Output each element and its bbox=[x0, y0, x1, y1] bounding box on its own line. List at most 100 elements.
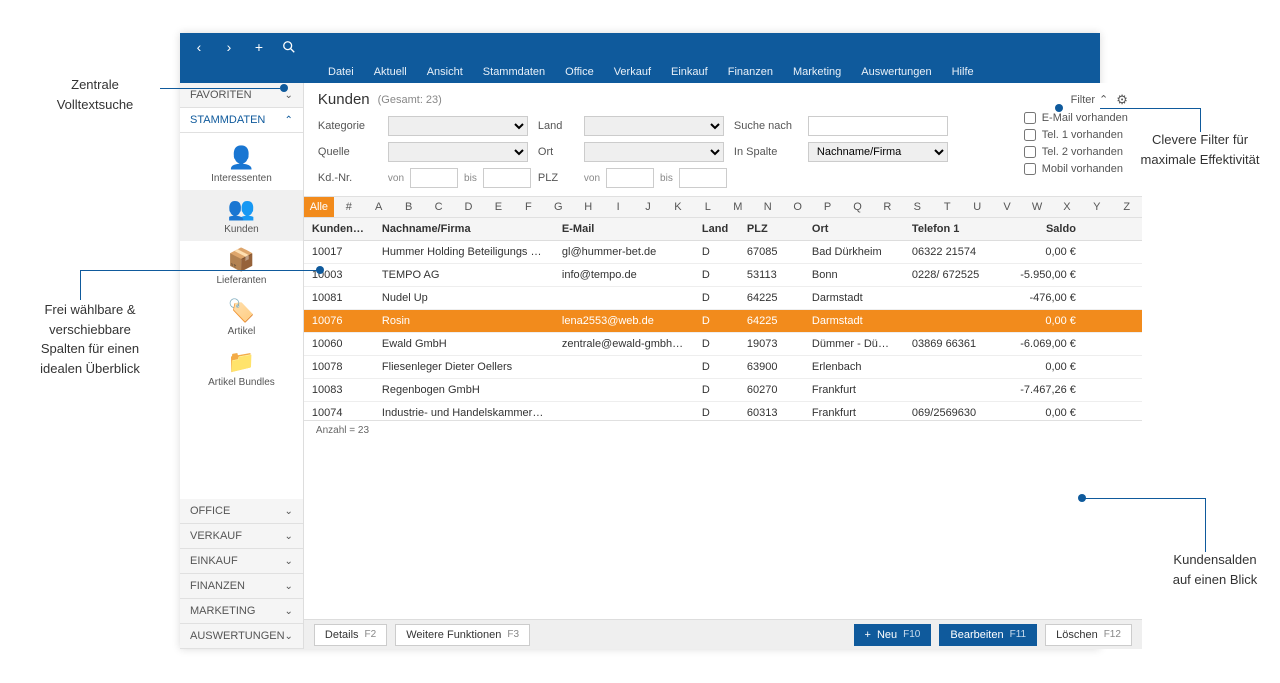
table-row[interactable]: 10078Fliesenleger Dieter OellersD63900Er… bbox=[304, 356, 1142, 379]
menu-datei[interactable]: Datei bbox=[328, 66, 354, 78]
table-row[interactable]: 10074Industrie- und Handelskammer Frankf… bbox=[304, 402, 1142, 420]
gear-icon[interactable]: ⚙ bbox=[1116, 92, 1128, 108]
column-header[interactable]: E-Mail bbox=[554, 218, 694, 240]
menu-auswertungen[interactable]: Auswertungen bbox=[861, 66, 931, 78]
sidebar-section-marketing[interactable]: MARKETING⌄ bbox=[180, 599, 303, 624]
edit-button[interactable]: BearbeitenF11 bbox=[939, 624, 1037, 646]
menu-stammdaten[interactable]: Stammdaten bbox=[483, 66, 545, 78]
alpha-k[interactable]: K bbox=[663, 197, 693, 217]
check-tel-2-vorhanden[interactable]: Tel. 2 vorhanden bbox=[1024, 146, 1128, 158]
alpha-x[interactable]: X bbox=[1052, 197, 1082, 217]
table-row[interactable]: 10003TEMPO AGinfo@tempo.deD53113Bonn0228… bbox=[304, 264, 1142, 287]
alpha-q[interactable]: Q bbox=[843, 197, 873, 217]
kategorie-select[interactable] bbox=[388, 116, 528, 136]
kdnr-von-input[interactable] bbox=[410, 168, 458, 188]
inspalte-select[interactable]: Nachname/Firma bbox=[808, 142, 948, 162]
sidebar-section-favoriten[interactable]: FAVORITEN ⌄ bbox=[180, 83, 303, 108]
alpha-b[interactable]: B bbox=[394, 197, 424, 217]
land-select[interactable] bbox=[584, 116, 724, 136]
add-button[interactable]: + bbox=[248, 36, 270, 58]
alpha-v[interactable]: V bbox=[992, 197, 1022, 217]
search-button[interactable] bbox=[278, 36, 300, 58]
sidebar-section-einkauf[interactable]: EINKAUF⌄ bbox=[180, 549, 303, 574]
people-icon: 👥 bbox=[225, 196, 257, 222]
sidebar-item-kunden[interactable]: 👥Kunden bbox=[180, 190, 303, 241]
plz-von-input[interactable] bbox=[606, 168, 654, 188]
alpha-r[interactable]: R bbox=[872, 197, 902, 217]
menu-hilfe[interactable]: Hilfe bbox=[952, 66, 974, 78]
back-button[interactable]: ‹ bbox=[188, 36, 210, 58]
sidebar-section-finanzen[interactable]: FINANZEN⌄ bbox=[180, 574, 303, 599]
alpha-p[interactable]: P bbox=[813, 197, 843, 217]
menu-finanzen[interactable]: Finanzen bbox=[728, 66, 773, 78]
table-row[interactable]: 10060Ewald GmbHzentrale@ewald-gmbh.deD19… bbox=[304, 333, 1142, 356]
alpha-i[interactable]: I bbox=[603, 197, 633, 217]
sidebar-item-lieferanten[interactable]: 📦Lieferanten bbox=[180, 241, 303, 292]
alpha-c[interactable]: C bbox=[424, 197, 454, 217]
check-e-mail-vorhanden[interactable]: E-Mail vorhanden bbox=[1024, 112, 1128, 124]
menu-marketing[interactable]: Marketing bbox=[793, 66, 841, 78]
menu-aktuell[interactable]: Aktuell bbox=[374, 66, 407, 78]
sidebar-item-artikel[interactable]: 🏷️Artikel bbox=[180, 292, 303, 343]
table-row[interactable]: 10076Rosinlena2553@web.deD64225Darmstadt… bbox=[304, 310, 1142, 333]
column-header[interactable]: Kunden-Nr. bbox=[304, 218, 374, 240]
delete-button[interactable]: LöschenF12 bbox=[1045, 624, 1132, 646]
sidebar-section-stammdaten[interactable]: STAMMDATEN ⌃ bbox=[180, 108, 303, 133]
sidebar-item-interessenten[interactable]: 👤Interessenten bbox=[180, 139, 303, 190]
page-title: Kunden bbox=[318, 91, 370, 108]
column-header[interactable]: Ort bbox=[804, 218, 904, 240]
alpha-y[interactable]: Y bbox=[1082, 197, 1112, 217]
app-window: ‹ › + Datei Aktuell Ansicht Stammdaten Offic… bbox=[180, 33, 1100, 649]
alpha-j[interactable]: J bbox=[633, 197, 663, 217]
menu-ansicht[interactable]: Ansicht bbox=[427, 66, 463, 78]
sidebar-section-office[interactable]: OFFICE⌄ bbox=[180, 499, 303, 524]
search-input[interactable] bbox=[808, 116, 948, 136]
details-button[interactable]: DetailsF2 bbox=[314, 624, 387, 646]
alpha-t[interactable]: T bbox=[932, 197, 962, 217]
alpha-z[interactable]: Z bbox=[1112, 197, 1142, 217]
menu-office[interactable]: Office bbox=[565, 66, 594, 78]
plz-bis-input[interactable] bbox=[679, 168, 727, 188]
alpha-e[interactable]: E bbox=[483, 197, 513, 217]
filter-toggle[interactable]: Filter ⌃ bbox=[1071, 93, 1109, 106]
forward-button[interactable]: › bbox=[218, 36, 240, 58]
alpha-#[interactable]: # bbox=[334, 197, 364, 217]
more-functions-button[interactable]: Weitere FunktionenF3 bbox=[395, 624, 530, 646]
annotation-search: ZentraleVolltextsuche bbox=[30, 75, 160, 114]
alpha-d[interactable]: D bbox=[454, 197, 484, 217]
table-row[interactable]: 10083Regenbogen GmbHD60270Frankfurt-7.46… bbox=[304, 379, 1142, 402]
table-row[interactable]: 10017Hummer Holding Beteiligungs GmbH …g… bbox=[304, 241, 1142, 264]
sidebar-section-auswertungen[interactable]: AUSWERTUNGEN⌄ bbox=[180, 624, 303, 649]
alpha-n[interactable]: N bbox=[753, 197, 783, 217]
sidebar-item-artikel bundles[interactable]: 📁Artikel Bundles bbox=[180, 343, 303, 394]
menu-einkauf[interactable]: Einkauf bbox=[671, 66, 708, 78]
alpha-g[interactable]: G bbox=[543, 197, 573, 217]
kdnr-bis-input[interactable] bbox=[483, 168, 531, 188]
new-button[interactable]: +NeuF10 bbox=[854, 624, 932, 646]
sidebar-section-verkauf[interactable]: VERKAUF⌄ bbox=[180, 524, 303, 549]
person-blue-icon: 👤 bbox=[225, 145, 257, 171]
alpha-a[interactable]: A bbox=[364, 197, 394, 217]
quelle-select[interactable] bbox=[388, 142, 528, 162]
alpha-u[interactable]: U bbox=[962, 197, 992, 217]
alpha-h[interactable]: H bbox=[573, 197, 603, 217]
check-tel-1-vorhanden[interactable]: Tel. 1 vorhanden bbox=[1024, 129, 1128, 141]
column-header[interactable]: Land bbox=[694, 218, 739, 240]
menu-verkauf[interactable]: Verkauf bbox=[614, 66, 651, 78]
bottom-toolbar: DetailsF2 Weitere FunktionenF3 +NeuF10 B… bbox=[304, 619, 1142, 649]
column-header[interactable]: Nachname/Firma bbox=[374, 218, 554, 240]
alpha-o[interactable]: O bbox=[783, 197, 813, 217]
column-header[interactable]: PLZ bbox=[739, 218, 804, 240]
ort-select[interactable] bbox=[584, 142, 724, 162]
alpha-s[interactable]: S bbox=[902, 197, 932, 217]
alpha-f[interactable]: F bbox=[513, 197, 543, 217]
alpha-l[interactable]: L bbox=[693, 197, 723, 217]
column-header[interactable]: Telefon 1 bbox=[904, 218, 1004, 240]
table-row[interactable]: 10081Nudel UpD64225Darmstadt-476,00 € bbox=[304, 287, 1142, 310]
alpha-alle[interactable]: Alle bbox=[304, 197, 334, 217]
alpha-w[interactable]: W bbox=[1022, 197, 1052, 217]
chevron-up-icon: ⌃ bbox=[285, 115, 293, 126]
check-mobil-vorhanden[interactable]: Mobil vorhanden bbox=[1024, 163, 1128, 175]
alpha-m[interactable]: M bbox=[723, 197, 753, 217]
column-header[interactable]: Saldo bbox=[1004, 218, 1084, 240]
